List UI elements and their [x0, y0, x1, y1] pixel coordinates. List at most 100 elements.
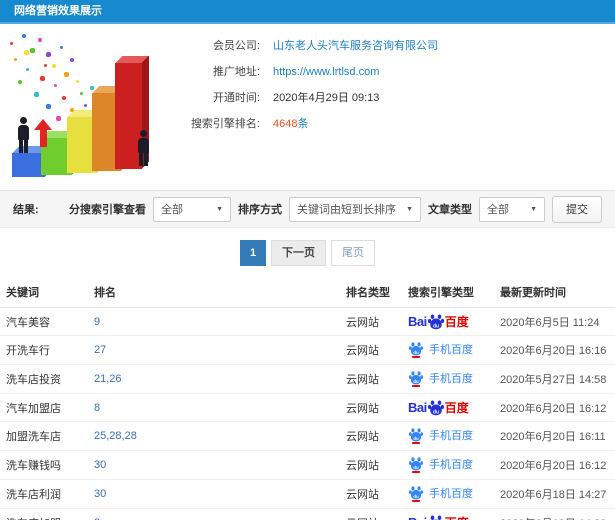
- submit-button[interactable]: 提交: [552, 195, 602, 223]
- businessman-left: [16, 117, 30, 153]
- company-name-link[interactable]: 山东老人头汽车服务咨询有限公司: [273, 39, 438, 54]
- confetti-dot: [22, 34, 26, 38]
- updated-cell: 2020年6月20日 16:11: [494, 421, 615, 451]
- rank-type-cell: 云网站: [340, 508, 402, 520]
- engine-rank-unit-link[interactable]: 条: [297, 118, 308, 130]
- confetti-dot: [38, 38, 42, 42]
- keyword-cell: 洗车店利润: [0, 479, 88, 509]
- table-header-row: 关键词 排名 排名类型 搜索引擎类型 最新更新时间: [0, 277, 615, 308]
- keyword-cell: 开洗车行: [0, 335, 88, 365]
- confetti-dot: [84, 104, 87, 107]
- baidu-paw-icon: du: [428, 514, 444, 520]
- table-row: 汽车美容 9 云网站 Bai du 百度 2020年6月5日 11:24: [0, 307, 615, 336]
- col-rank-type: 排名类型: [340, 277, 402, 308]
- rank-link[interactable]: 27: [94, 344, 106, 356]
- confetti-dot: [90, 86, 94, 90]
- table-row: 洗车店加盟 3 云网站 Bai du 百度: [0, 508, 615, 520]
- rank-type-cell: 云网站: [340, 307, 402, 336]
- article-type-label: 文章类型: [428, 204, 472, 216]
- baidu-logo: Bai du 百度: [408, 313, 469, 330]
- sort-select[interactable]: 关键词由短到长排序 ▼: [289, 196, 421, 222]
- col-rank: 排名: [88, 277, 340, 308]
- mobile-baidu-label: 手机百度: [429, 459, 473, 471]
- baidu-bai-text: Bai: [408, 314, 427, 329]
- rank-type-cell: 云网站: [340, 450, 402, 480]
- rank-type-cell: 云网站: [340, 421, 402, 451]
- confetti-dot: [80, 92, 83, 95]
- mobile-baidu-label: 手机百度: [429, 344, 473, 356]
- baidu-logo: Bai du 百度: [408, 399, 469, 416]
- chevron-down-icon: ▼: [406, 205, 413, 213]
- mobile-baidu-paw-icon: du: [409, 486, 423, 502]
- table-row: 洗车店投资 21,26 云网站 Bai du 百度: [0, 364, 615, 394]
- updated-cell: 2020年6月20日 16:12: [494, 450, 615, 480]
- page-header: 网络营销效果展示: [0, 0, 615, 24]
- engine-view-selected-value: 全部: [161, 204, 183, 216]
- updated-cell: 2020年5月27日 14:58: [494, 364, 615, 394]
- rank-link[interactable]: 30: [94, 488, 106, 500]
- growth-chart-illustration: [0, 24, 180, 190]
- promo-url-link[interactable]: https://www.lrtlsd.com: [273, 65, 379, 80]
- rank-type-cell: 云网站: [340, 364, 402, 394]
- company-info-section: 会员公司: 山东老人头汽车服务咨询有限公司 推广地址: https://www.…: [0, 24, 615, 190]
- confetti-dot: [56, 116, 61, 121]
- mobile-baidu-label: 手机百度: [429, 430, 473, 442]
- engine-view-select[interactable]: 全部 ▼: [153, 196, 231, 222]
- chevron-down-icon: ▼: [530, 205, 537, 213]
- rank-link[interactable]: 3: [94, 517, 100, 520]
- svg-text:du: du: [413, 436, 419, 441]
- svg-text:du: du: [413, 379, 419, 384]
- engine-view-label: 分搜索引擎查看: [69, 204, 146, 216]
- mobile-baidu-paw-icon: du: [409, 428, 423, 444]
- rank-link[interactable]: 9: [94, 316, 100, 328]
- keyword-cell: 洗车店加盟: [0, 508, 88, 520]
- engine-rank-row: 搜索引擎排名: 4648条: [180, 117, 615, 143]
- mobile-baidu-logo: du 手机百度: [408, 341, 473, 358]
- open-time-value: 2020年4月29日 09:13: [273, 92, 380, 104]
- baidu-logo: Bai du 百度: [408, 514, 469, 520]
- mobile-baidu-label: 手机百度: [429, 488, 473, 500]
- mobile-baidu-label: 手机百度: [429, 373, 473, 385]
- confetti-dot: [64, 72, 69, 77]
- last-page-button[interactable]: 尾页: [331, 240, 375, 266]
- table-row: 开洗车行 27 云网站 Bai du 百度: [0, 335, 615, 365]
- baidu-paw-icon: du: [427, 399, 444, 416]
- updated-cell: 2020年6月20日 16:16: [494, 335, 615, 365]
- article-type-select[interactable]: 全部 ▼: [479, 196, 545, 222]
- updated-cell: 2020年6月18日 14:27: [494, 479, 615, 509]
- mobile-baidu-logo: du 手机百度: [408, 485, 473, 502]
- confetti-dot: [46, 104, 51, 109]
- pagination: 1 下一页 尾页: [0, 240, 615, 266]
- baidu-cn-text: 百度: [445, 514, 469, 520]
- rank-type-cell: 云网站: [340, 335, 402, 365]
- sort-label: 排序方式: [238, 204, 282, 216]
- rank-link[interactable]: 25,28,28: [94, 430, 137, 442]
- keyword-cell: 洗车赚钱吗: [0, 450, 88, 480]
- confetti-dot: [40, 76, 45, 81]
- baidu-cn-text: 百度: [444, 401, 469, 415]
- rank-link[interactable]: 30: [94, 459, 106, 471]
- confetti-dot: [18, 80, 22, 84]
- confetti-dot: [54, 84, 57, 87]
- keyword-cell: 汽车美容: [0, 307, 88, 336]
- confetti-dot: [34, 92, 39, 97]
- page-1-button[interactable]: 1: [240, 240, 266, 266]
- svg-text:du: du: [413, 465, 419, 470]
- col-keyword: 关键词: [0, 277, 88, 308]
- rank-type-cell: 云网站: [340, 393, 402, 422]
- updated-cell: 2020年6月5日 11:24: [494, 307, 615, 336]
- engine-rank-count: 4648: [273, 118, 298, 130]
- next-page-button[interactable]: 下一页: [271, 240, 326, 266]
- baidu-cn-text: 百度: [444, 315, 469, 329]
- updated-cell: 2020年6月18日 14:30: [494, 508, 615, 520]
- confetti-dot: [46, 52, 51, 57]
- table-row: 洗车赚钱吗 30 云网站 Bai du 百度: [0, 450, 615, 480]
- confetti-dot: [24, 50, 29, 55]
- confetti-dot: [76, 80, 79, 83]
- rank-link[interactable]: 8: [94, 402, 100, 414]
- svg-text:du: du: [413, 494, 419, 499]
- svg-text:du: du: [413, 350, 419, 355]
- company-label: 会员公司:: [212, 40, 260, 52]
- promo-url-label: 推广地址:: [212, 66, 260, 78]
- rank-link[interactable]: 21,26: [94, 373, 122, 385]
